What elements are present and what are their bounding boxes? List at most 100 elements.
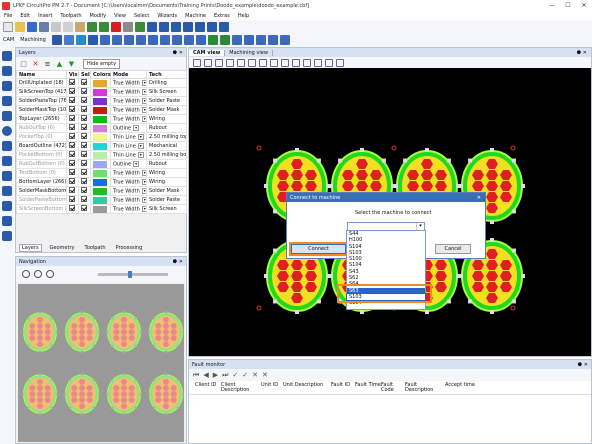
layer-row[interactable]: BottomLayer (266) True Width ▾ Wiring: [16, 177, 187, 187]
layer-color-swatch[interactable]: [93, 169, 107, 177]
cam-mode-label[interactable]: CAM: [3, 37, 14, 43]
redo-icon[interactable]: [99, 21, 109, 32]
accept-icon[interactable]: ✓: [232, 371, 238, 379]
layer-row[interactable]: DrillUnplated (18) True Width ▾ Drilling: [16, 78, 187, 88]
navigation-preview[interactable]: [18, 284, 184, 442]
menu-machine[interactable]: Machine: [181, 13, 210, 19]
zoom-out-icon[interactable]: [34, 270, 42, 278]
visible-checkbox[interactable]: [69, 178, 75, 184]
visible-checkbox[interactable]: [69, 115, 75, 121]
visible-checkbox[interactable]: [69, 160, 75, 166]
camera-icon[interactable]: [231, 35, 242, 45]
arc-icon[interactable]: [2, 96, 12, 106]
col-accept-time[interactable]: Accept time: [445, 383, 485, 388]
menu-insert[interactable]: Insert: [34, 13, 56, 19]
zoom-window-icon[interactable]: [171, 21, 181, 32]
visible-checkbox[interactable]: [69, 142, 75, 148]
col-client-id[interactable]: Client ID: [195, 383, 221, 388]
tab-machining-view[interactable]: Machining view: [225, 49, 273, 56]
view-options-icon[interactable]: [336, 58, 344, 67]
select-checkbox[interactable]: [81, 79, 87, 85]
rectangle-icon[interactable]: [2, 111, 12, 121]
paste-icon[interactable]: [75, 21, 85, 32]
placement-icon[interactable]: [99, 35, 110, 45]
layer-color-swatch[interactable]: [93, 187, 107, 195]
layer-mode-cell[interactable]: Thin Line ▾: [110, 150, 147, 160]
report-icon[interactable]: [267, 35, 278, 45]
select-checkbox[interactable]: [81, 88, 87, 94]
zoom-fit-icon[interactable]: [215, 58, 223, 67]
copy-icon[interactable]: [63, 21, 73, 32]
select-checkbox[interactable]: [81, 133, 87, 139]
select-checkbox[interactable]: [81, 178, 87, 184]
chevron-down-icon[interactable]: ▾: [137, 133, 144, 140]
tab-geometry[interactable]: Geometry: [48, 245, 77, 251]
chevron-down-icon[interactable]: ▾: [141, 97, 146, 104]
select-checkbox[interactable]: [81, 106, 87, 112]
col-colors[interactable]: Colors: [90, 70, 111, 79]
pan-icon[interactable]: [207, 21, 217, 32]
col-fault-id[interactable]: Fault ID: [331, 383, 355, 388]
layer-mode-cell[interactable]: Outline ▾: [110, 159, 147, 169]
layer-row[interactable]: PocketBottom (0) Thin Line ▾ 2.50 milling b…: [16, 150, 187, 160]
menu-select[interactable]: Select: [130, 13, 153, 19]
layer-color-swatch[interactable]: [93, 106, 107, 114]
select-icon[interactable]: [2, 51, 12, 61]
pan-hand-icon[interactable]: [259, 58, 267, 67]
open-folder-icon[interactable]: [15, 21, 25, 32]
zoom-in-icon[interactable]: [22, 270, 30, 278]
layer-color-swatch[interactable]: [93, 88, 107, 96]
cam-view-controls[interactable]: ⭓ ✕: [573, 50, 591, 56]
layer-row[interactable]: TopLayer (2656) True Width ▾ Wiring: [16, 114, 187, 124]
technology-dialog-icon[interactable]: [51, 35, 62, 45]
grid-icon[interactable]: [303, 58, 311, 67]
measure-icon[interactable]: [292, 58, 300, 67]
redraw-icon[interactable]: [219, 21, 229, 32]
move-icon[interactable]: [2, 186, 12, 196]
milling-icon[interactable]: [135, 35, 146, 45]
layer-row[interactable]: RubOutBottom (0) Outline ▾ Rubout: [16, 159, 187, 169]
layer-mode-cell[interactable]: True Width ▾: [110, 186, 147, 196]
circle-icon[interactable]: [2, 126, 12, 136]
menu-view[interactable]: View: [110, 13, 130, 19]
select-checkbox[interactable]: [81, 160, 87, 166]
col-client-description[interactable]: Client Description: [221, 383, 261, 393]
visible-checkbox[interactable]: [69, 88, 75, 94]
layer-mode-cell[interactable]: True Width ▾: [110, 78, 147, 88]
layer-color-swatch[interactable]: [93, 124, 107, 132]
tab-layers[interactable]: Layers: [19, 244, 42, 252]
new-file-icon[interactable]: [3, 21, 13, 32]
fault-monitor-controls[interactable]: ⭓ ✕: [578, 362, 591, 368]
layer-color-swatch[interactable]: [93, 133, 107, 141]
layer-color-swatch[interactable]: [93, 205, 107, 213]
chevron-down-icon[interactable]: ▾: [141, 115, 146, 122]
clear-all-icon[interactable]: ✕: [262, 371, 268, 379]
layer-row[interactable]: SolderPasteTop (768) True Width▾Solder Pa…: [16, 96, 187, 106]
layer-row[interactable]: BoardOutline (472) Thin Line ▾ Mechanical: [16, 141, 187, 151]
tool-library-icon[interactable]: [75, 35, 86, 45]
export-icon[interactable]: [135, 21, 145, 32]
visible-checkbox[interactable]: [69, 151, 75, 157]
col-mode[interactable]: Mode: [110, 70, 147, 79]
col-vis[interactable]: Vis: [66, 70, 79, 79]
chevron-down-icon[interactable]: ▾: [416, 223, 424, 230]
line-icon[interactable]: [2, 66, 12, 76]
zoom-all-icon[interactable]: [46, 270, 54, 278]
measure-icon[interactable]: [2, 231, 12, 241]
visible-checkbox[interactable]: [69, 106, 75, 112]
col-sel[interactable]: Sel: [78, 70, 91, 79]
layer-row[interactable]: TestBottom (0) True Width ▾ Wiring: [16, 168, 187, 178]
layers-icon[interactable]: [325, 58, 333, 67]
menu-modify[interactable]: Modify: [86, 13, 111, 19]
layer-color-swatch[interactable]: [93, 160, 107, 168]
select-checkbox[interactable]: [81, 142, 87, 148]
import-icon[interactable]: [123, 21, 133, 32]
material-icon[interactable]: [87, 35, 98, 45]
rotate-icon[interactable]: [2, 201, 12, 211]
col-unit-description[interactable]: Unit Description: [283, 383, 331, 388]
fiducials-icon[interactable]: [111, 35, 122, 45]
select-checkbox[interactable]: [81, 205, 87, 211]
visible-checkbox[interactable]: [69, 97, 75, 103]
select-checkbox[interactable]: [81, 115, 87, 121]
layer-mode-cell[interactable]: True Width ▾: [110, 96, 147, 106]
